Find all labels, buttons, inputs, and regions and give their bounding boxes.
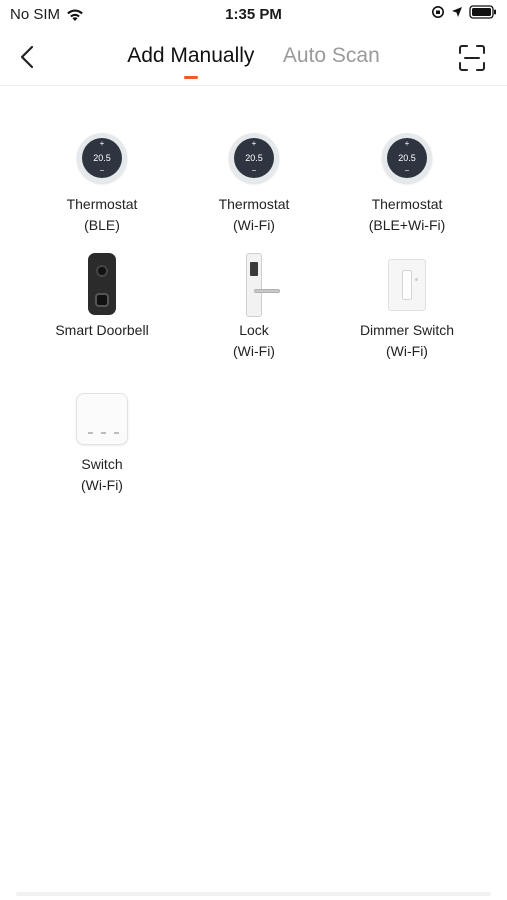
thermostat-icon: + 20.5 − xyxy=(224,127,284,189)
status-bar: No SIM 1:35 PM xyxy=(0,0,507,30)
device-label-line2: (Wi-Fi) xyxy=(81,477,123,493)
tab-bar: Add Manually Auto Scan xyxy=(0,44,507,79)
tab-auto-scan-label: Auto Scan xyxy=(282,44,380,67)
device-label: Thermostat (BLE) xyxy=(27,194,177,236)
orientation-lock-icon xyxy=(432,6,444,18)
device-label-line2: (Wi-Fi) xyxy=(386,343,428,359)
scan-frame-icon xyxy=(459,45,485,71)
device-label-line2: (BLE+Wi-Fi) xyxy=(368,217,446,233)
device-label: Smart Doorbell xyxy=(27,320,177,341)
lock-icon xyxy=(224,253,284,317)
device-label-line2: (Wi-Fi) xyxy=(233,217,275,233)
active-tab-indicator xyxy=(183,76,198,79)
device-label: Dimmer Switch (Wi-Fi) xyxy=(332,320,482,362)
device-label-line1: Smart Doorbell xyxy=(55,322,149,338)
device-label-line1: Thermostat xyxy=(66,196,138,212)
device-label: Switch (Wi-Fi) xyxy=(27,454,177,496)
device-thermostat-ble[interactable]: + 20.5 − Thermostat (BLE) xyxy=(27,127,177,236)
device-label: Lock (Wi-Fi) xyxy=(179,320,329,362)
tab-auto-scan[interactable]: Auto Scan xyxy=(283,44,380,68)
thermostat-display: 20.5 xyxy=(398,153,416,163)
device-smart-doorbell[interactable]: Smart Doorbell xyxy=(27,253,177,341)
device-lock-wifi[interactable]: Lock (Wi-Fi) xyxy=(179,253,329,362)
battery-icon xyxy=(469,5,496,19)
device-switch-wifi[interactable]: Switch (Wi-Fi) xyxy=(27,387,177,496)
device-label: Thermostat (Wi-Fi) xyxy=(179,194,329,236)
device-label-line1: Thermostat xyxy=(371,196,443,212)
thermostat-display: 20.5 xyxy=(93,153,111,163)
tab-add-manually[interactable]: Add Manually xyxy=(127,44,255,79)
device-label-line1: Switch xyxy=(81,456,123,472)
device-label-line2: (Wi-Fi) xyxy=(233,343,275,359)
device-label-line1: Thermostat xyxy=(218,196,290,212)
device-label: Thermostat (BLE+Wi-Fi) xyxy=(332,194,482,236)
device-thermostat-wifi[interactable]: + 20.5 − Thermostat (Wi-Fi) xyxy=(179,127,329,236)
doorbell-icon xyxy=(72,253,132,315)
thermostat-icon: + 20.5 − xyxy=(377,127,437,189)
tab-add-manually-label: Add Manually xyxy=(127,44,255,67)
device-dimmer-switch-wifi[interactable]: Dimmer Switch (Wi-Fi) xyxy=(332,253,482,362)
location-arrow-icon xyxy=(452,7,462,17)
device-label-line2: (BLE) xyxy=(84,217,120,233)
thermostat-icon: + 20.5 − xyxy=(72,127,132,189)
nav-bar: Add Manually Auto Scan xyxy=(0,30,507,86)
scan-button[interactable] xyxy=(457,43,487,73)
dimmer-switch-icon xyxy=(377,253,437,315)
switch-icon xyxy=(72,387,132,449)
thermostat-display: 20.5 xyxy=(245,153,263,163)
bottom-edge xyxy=(16,892,491,896)
device-thermostat-ble-wifi[interactable]: + 20.5 − Thermostat (BLE+Wi-Fi) xyxy=(332,127,482,236)
device-label-line1: Lock xyxy=(239,322,269,338)
status-right xyxy=(431,5,497,19)
device-label-line1: Dimmer Switch xyxy=(359,322,455,338)
